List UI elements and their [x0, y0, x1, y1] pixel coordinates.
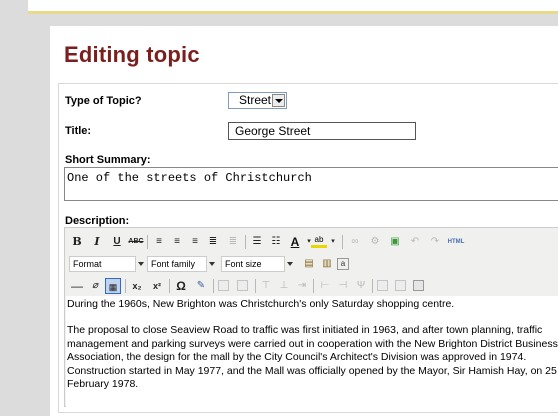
toolbar-separator: [147, 235, 148, 249]
toolbar-separator: [125, 279, 126, 293]
justify-full-icon[interactable]: ≣: [225, 234, 241, 250]
description-line: The proposal to close Seaview Road to tr…: [67, 324, 543, 337]
delete-col-icon[interactable]: Ψ: [353, 278, 369, 294]
insert-col-after-icon[interactable]: ⊣: [335, 278, 351, 294]
align-center-icon[interactable]: ≡: [169, 234, 185, 250]
table-icon[interactable]: ▦: [105, 278, 121, 294]
table-row-props-icon[interactable]: [218, 280, 229, 291]
toolbar-separator: [313, 279, 314, 293]
toolbar-separator: [255, 279, 256, 293]
align-left-icon[interactable]: ≡: [151, 234, 167, 250]
type-of-topic-value: Street: [239, 93, 272, 107]
html-button[interactable]: HTML: [445, 234, 467, 250]
numbered-list-icon[interactable]: ☷: [268, 234, 284, 250]
rich-text-editor: B I U ABC ≡ ≡ ≡ ≣ ≣ ☰ ☷ A ▾ ab ▾ ∞ ⚙ ▣ ↶…: [64, 227, 558, 408]
insert-row-before-icon[interactable]: ⊤: [258, 278, 274, 294]
chevron-down-icon[interactable]: [272, 94, 285, 107]
edit-icon[interactable]: ✎: [193, 278, 209, 294]
bold-button[interactable]: B: [69, 234, 85, 250]
title-input[interactable]: George Street: [228, 122, 416, 140]
type-of-topic-select[interactable]: Street: [228, 92, 287, 109]
chevron-down-icon[interactable]: [285, 256, 294, 272]
short-summary-label: Short Summary:: [65, 154, 151, 166]
description-line: Construction started in May 1977, and th…: [67, 364, 557, 377]
redo-icon[interactable]: ↷: [427, 234, 443, 250]
description-line: February 1978.: [67, 378, 139, 391]
font-family-combo[interactable]: Font family: [147, 256, 207, 272]
paste-word-icon[interactable]: ▥: [319, 256, 335, 272]
image-icon[interactable]: ▣: [387, 234, 403, 250]
delete-row-icon[interactable]: ⇥: [294, 278, 310, 294]
highlight-dropdown-icon[interactable]: ▾: [325, 234, 341, 250]
select-all-icon[interactable]: a: [337, 258, 349, 270]
strikethrough-button[interactable]: ABC: [128, 234, 144, 250]
align-justify-icon[interactable]: ≣: [205, 234, 221, 250]
toolbar-separator: [372, 279, 373, 293]
eraser-icon[interactable]: ⌀: [87, 278, 103, 294]
title-label: Title:: [65, 125, 92, 137]
toolbar-row-2: Format Font family Font size ▤ ▥ a: [65, 254, 558, 274]
short-summary-textarea[interactable]: One of the streets of Christchurch: [64, 167, 558, 201]
chevron-down-icon[interactable]: [207, 256, 216, 272]
special-char-button[interactable]: Ω: [173, 278, 189, 294]
superscript-button[interactable]: x²: [149, 278, 165, 294]
split-cells-icon[interactable]: [377, 280, 388, 291]
link-icon[interactable]: ∞: [347, 234, 363, 250]
paste-icon[interactable]: ▤: [301, 256, 317, 272]
visual-aid-icon[interactable]: [413, 280, 424, 291]
bullet-list-icon[interactable]: ☰: [249, 234, 265, 250]
table-cell-props-icon[interactable]: [237, 280, 248, 291]
description-label: Description:: [65, 215, 130, 227]
page-title: Editing topic: [64, 42, 200, 67]
top-banner: [28, 0, 558, 14]
description-paragraph: During the 1960s, New Brighton was Chris…: [67, 298, 455, 310]
italic-button[interactable]: I: [89, 234, 105, 250]
undo-icon[interactable]: ↶: [407, 234, 423, 250]
format-combo[interactable]: Format: [69, 256, 136, 272]
toolbar-separator: [245, 235, 246, 249]
toolbar-separator: [169, 279, 170, 293]
chevron-down-icon[interactable]: [136, 256, 145, 272]
toolbar-row-1: B I U ABC ≡ ≡ ≡ ≣ ≣ ☰ ☷ A ▾ ab ▾ ∞ ⚙ ▣ ↶…: [65, 232, 558, 252]
insert-row-after-icon[interactable]: ⊥: [276, 278, 292, 294]
align-right-icon[interactable]: ≡: [187, 234, 203, 250]
subscript-button[interactable]: x₂: [129, 278, 145, 294]
merge-cells-icon[interactable]: [395, 280, 406, 291]
horizontal-rule-button[interactable]: —: [69, 278, 85, 294]
description-line: management and parking surveys were carr…: [67, 337, 558, 350]
insert-col-before-icon[interactable]: ⊢: [317, 278, 333, 294]
unlink-icon[interactable]: ⚙: [367, 234, 383, 250]
underline-button[interactable]: U: [109, 234, 125, 250]
description-line: Association, the design for the mall by …: [67, 351, 527, 364]
type-of-topic-label: Type of Topic?: [65, 95, 142, 107]
toolbar-separator: [342, 235, 343, 249]
toolbar-row-3: — ⌀ ▦ x₂ x² Ω ✎ ⊤ ⊥ ⇥ ⊢ ⊣ Ψ: [65, 276, 558, 296]
description-content[interactable]: During the 1960s, New Brighton was Chris…: [66, 296, 558, 408]
font-size-combo[interactable]: Font size: [221, 256, 285, 272]
toolbar-separator: [213, 279, 214, 293]
